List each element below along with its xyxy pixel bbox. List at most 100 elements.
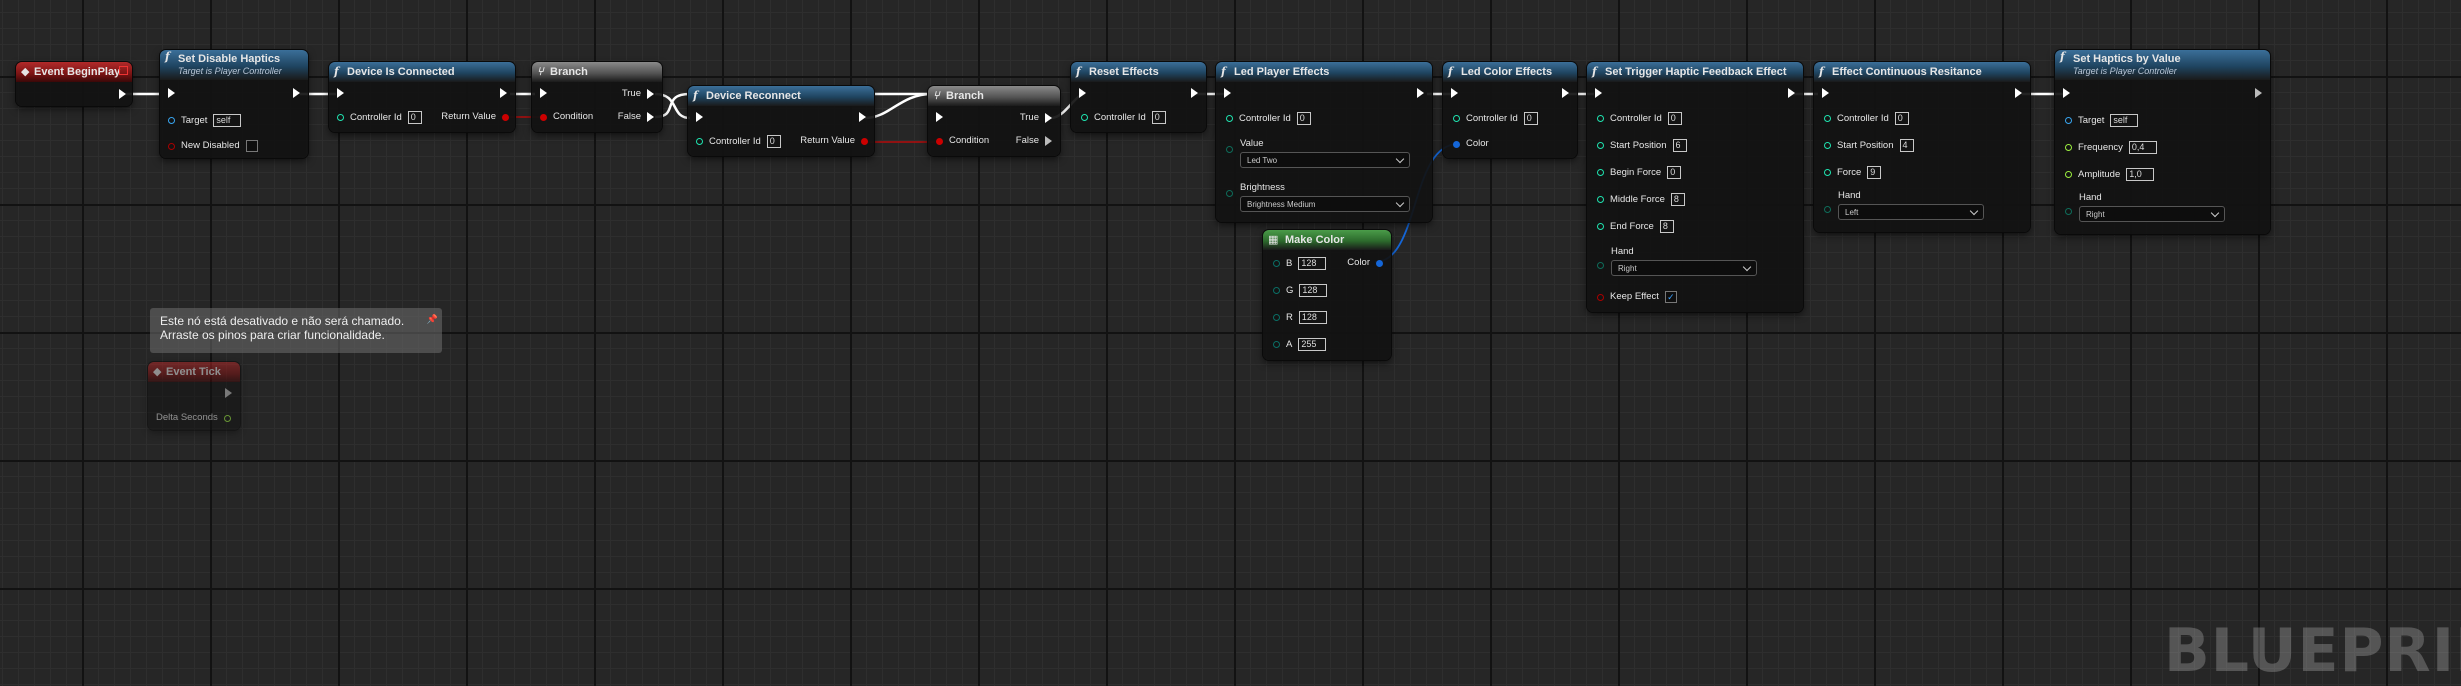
exec-out-pin[interactable] — [1562, 88, 1569, 98]
node-header[interactable]: f Effect Continuous Resitance — [1814, 62, 2030, 82]
controller-id-pin[interactable]: Controller Id 0 — [1824, 112, 1909, 125]
exec-in-pin[interactable] — [540, 88, 547, 98]
exec-in-pin[interactable] — [1822, 88, 1829, 98]
device-is-connected-node[interactable]: f Device Is Connected Controller Id 0 Retu… — [329, 62, 515, 132]
r-value[interactable]: 128 — [1298, 311, 1327, 324]
new-disabled-checkbox[interactable] — [245, 140, 258, 152]
b-value[interactable]: 128 — [1298, 257, 1327, 270]
controller-id-value[interactable]: 0 — [1296, 112, 1311, 125]
controller-id-value[interactable]: 0 — [1667, 112, 1682, 125]
start-position-pin[interactable]: Start Position 4 — [1824, 139, 1914, 152]
start-position-value[interactable]: 6 — [1672, 139, 1687, 152]
exec-in-pin[interactable] — [1451, 88, 1458, 98]
exec-in-pin[interactable] — [168, 88, 175, 98]
output-delegate-icon[interactable] — [119, 66, 128, 75]
true-pin[interactable]: True — [1020, 112, 1052, 124]
hand-pin[interactable] — [1824, 206, 1831, 213]
g-value[interactable]: 128 — [1299, 284, 1328, 297]
g-pin[interactable]: G 128 — [1273, 284, 1328, 297]
end-force-value[interactable]: 8 — [1659, 220, 1674, 233]
make-color-node[interactable]: ▦ Make Color B 128 Color G 128 R 128 A 255 — [1263, 230, 1391, 360]
begin-force-value[interactable]: 0 — [1667, 166, 1682, 179]
target-value[interactable]: self — [213, 114, 242, 127]
event-tick-node[interactable]: ◆ Event Tick Delta Seconds — [148, 362, 240, 430]
false-pin[interactable]: False — [618, 111, 654, 123]
controller-id-value[interactable]: 0 — [1151, 111, 1166, 124]
controller-id-value[interactable]: 0 — [766, 135, 781, 148]
controller-id-value[interactable]: 0 — [1523, 112, 1538, 125]
node-header[interactable]: f Led Player Effects — [1216, 62, 1432, 82]
controller-id-pin[interactable]: Controller Id 0 — [1597, 112, 1682, 125]
end-force-pin[interactable]: End Force 8 — [1597, 220, 1674, 233]
exec-out-pin[interactable] — [2255, 88, 2262, 98]
controller-id-pin[interactable]: Controller Id 0 — [337, 111, 422, 124]
hand-pin[interactable] — [1597, 262, 1604, 269]
exec-out-pin[interactable] — [859, 112, 866, 122]
new-disabled-pin[interactable]: New Disabled — [168, 140, 258, 152]
hand-dropdown[interactable]: Left — [1838, 204, 1984, 220]
led-color-effects-node[interactable]: f Led Color Effects Controller Id 0 Color — [1443, 62, 1577, 158]
exec-out-pin[interactable] — [293, 88, 300, 98]
event-beginplay-node[interactable]: ◆ Event BeginPlay — [16, 62, 132, 106]
effect-continuous-resistance-node[interactable]: f Effect Continuous Resitance Controller … — [1814, 62, 2030, 232]
exec-out-pin[interactable] — [1788, 88, 1795, 98]
device-reconnect-node[interactable]: f Device Reconnect Controller Id 0 Return … — [688, 86, 874, 156]
node-header[interactable]: ◆ Event Tick — [148, 362, 240, 382]
node-header[interactable]: ⑂ Branch — [532, 62, 662, 82]
amplitude-pin[interactable]: Amplitude 1,0 — [2065, 168, 2155, 181]
node-header[interactable]: f Led Color Effects — [1443, 62, 1577, 82]
branch-node-1[interactable]: ⑂ Branch True Condition False — [532, 62, 662, 132]
return-value-pin[interactable]: Return Value — [800, 135, 868, 147]
return-value-pin[interactable]: Return Value — [441, 111, 509, 123]
controller-id-value[interactable]: 0 — [1894, 112, 1909, 125]
exec-in-pin[interactable] — [1595, 88, 1602, 98]
brightness-dropdown[interactable]: Brightness Medium — [1240, 196, 1410, 212]
node-header[interactable]: ⑂ Branch — [928, 86, 1060, 106]
controller-id-pin[interactable]: Controller Id 0 — [1081, 111, 1166, 124]
hand-dropdown[interactable]: Right — [2079, 206, 2225, 222]
exec-out-pin[interactable] — [1191, 88, 1198, 98]
reset-effects-node[interactable]: f Reset Effects Controller Id 0 — [1071, 62, 1206, 132]
branch-node-2[interactable]: ⑂ Branch True Condition False — [928, 86, 1060, 156]
false-pin[interactable]: False — [1016, 135, 1052, 147]
target-pin[interactable]: Target self — [168, 114, 242, 127]
node-header[interactable]: ▦ Make Color — [1263, 230, 1391, 250]
condition-pin[interactable]: Condition — [936, 135, 989, 147]
exec-in-pin[interactable] — [936, 112, 943, 122]
begin-force-pin[interactable]: Begin Force 0 — [1597, 166, 1682, 179]
exec-in-pin[interactable] — [1079, 88, 1086, 98]
exec-out-pin[interactable] — [2015, 88, 2022, 98]
set-disable-haptics-node[interactable]: f Set Disable Haptics Target is Player Con… — [160, 50, 308, 158]
true-pin[interactable]: True — [622, 88, 654, 100]
a-pin[interactable]: A 255 — [1273, 338, 1327, 351]
frequency-pin[interactable]: Frequency 0,4 — [2065, 141, 2157, 154]
disabled-node-comment[interactable]: Este nó está desativado e não será chama… — [150, 308, 442, 353]
node-header[interactable]: f Set Trigger Haptic Feedback Effect — [1587, 62, 1803, 82]
middle-force-pin[interactable]: Middle Force 8 — [1597, 193, 1685, 206]
exec-in-pin[interactable] — [2063, 88, 2070, 98]
controller-id-pin[interactable]: Controller Id 0 — [696, 135, 781, 148]
node-header[interactable]: f Reset Effects — [1071, 62, 1206, 82]
exec-out-pin[interactable] — [119, 89, 126, 99]
exec-out-pin[interactable] — [1417, 88, 1424, 98]
node-header[interactable]: f Set Haptics by Value Target is Player Co… — [2055, 50, 2270, 80]
led-player-effects-node[interactable]: f Led Player Effects Controller Id 0 Value… — [1216, 62, 1432, 222]
node-header[interactable]: f Device Reconnect — [688, 86, 874, 106]
event-beginplay-header[interactable]: ◆ Event BeginPlay — [16, 62, 132, 82]
value-pin[interactable] — [1226, 146, 1233, 153]
start-position-pin[interactable]: Start Position 6 — [1597, 139, 1687, 152]
node-header[interactable]: f Set Disable Haptics Target is Player Con… — [160, 50, 308, 80]
force-value[interactable]: 9 — [1867, 166, 1882, 179]
condition-pin[interactable]: Condition — [540, 111, 593, 123]
color-out-pin[interactable]: Color — [1347, 257, 1383, 269]
controller-id-pin[interactable]: Controller Id 0 — [1453, 112, 1538, 125]
b-pin[interactable]: B 128 — [1273, 257, 1327, 270]
delta-seconds-pin[interactable]: Delta Seconds — [156, 412, 231, 424]
controller-id-pin[interactable]: Controller Id 0 — [1226, 112, 1311, 125]
keep-effect-checkbox[interactable]: ✓ — [1664, 291, 1677, 303]
exec-in-pin[interactable] — [696, 112, 703, 122]
middle-force-value[interactable]: 8 — [1670, 193, 1685, 206]
target-value[interactable]: self — [2110, 114, 2139, 127]
a-value[interactable]: 255 — [1298, 338, 1327, 351]
exec-out-pin[interactable] — [225, 388, 232, 398]
